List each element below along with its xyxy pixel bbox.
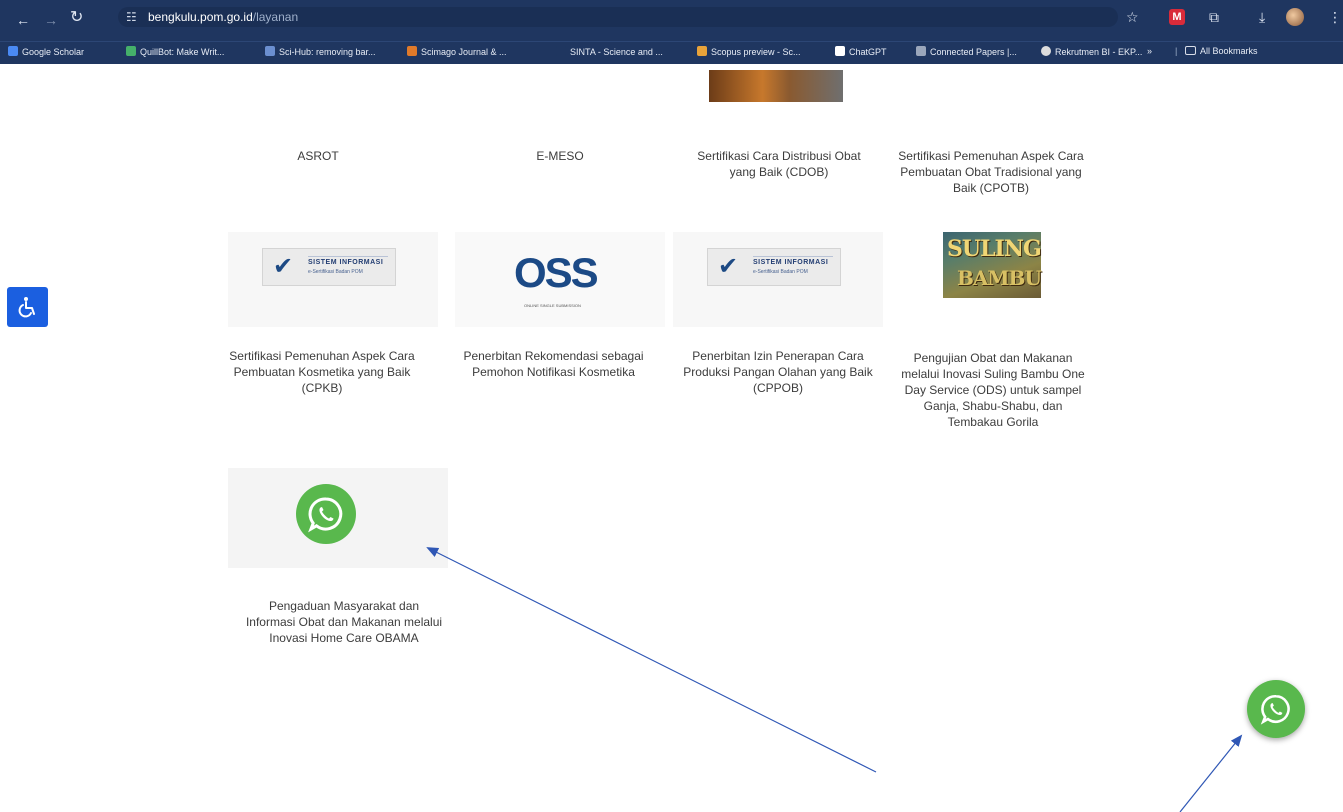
accessibility-button[interactable]: [7, 287, 48, 327]
whatsapp-icon: [296, 484, 356, 544]
logo-divider: [753, 256, 833, 257]
whatsapp-float-icon: [1260, 694, 1290, 725]
bookmark-label: All Bookmarks: [1200, 46, 1258, 56]
connected-papers-icon: [916, 46, 926, 56]
service-card-obama-thumb[interactable]: [228, 468, 448, 568]
bookmark-rekrutmen-bi[interactable]: Rekrutmen BI - EKP...: [1041, 46, 1142, 57]
more-menu-icon[interactable]: ⋮: [1328, 10, 1342, 24]
checkmark-icon: ✔: [273, 253, 294, 280]
logo-text-line2: e-Sertifikasi Badan POM: [308, 269, 363, 275]
service-title-asrot[interactable]: ASROT: [223, 148, 413, 164]
profile-avatar[interactable]: [1286, 8, 1304, 26]
url-text: bengkulu.pom.go.id/layanan: [148, 10, 298, 24]
address-bar[interactable]: ☷ bengkulu.pom.go.id/layanan: [118, 7, 1118, 27]
bookmarks-divider: |: [1175, 46, 1178, 56]
oss-logo-text: OSS: [514, 249, 599, 296]
bookmark-all-bookmarks[interactable]: All Bookmarks: [1185, 46, 1258, 56]
service-title-cdob[interactable]: Sertifikasi Cara Distribusi Obat yang Ba…: [684, 148, 874, 180]
bookmark-scihub[interactable]: Sci-Hub: removing bar...: [265, 46, 376, 57]
checkmark-icon: ✔: [718, 253, 739, 280]
service-title-emeso[interactable]: E-MESO: [465, 148, 655, 164]
wheelchair-icon: [18, 297, 35, 318]
bookmark-label: Scimago Journal & ...: [421, 47, 507, 57]
logo-divider: [308, 256, 388, 257]
service-title-suling-bambu[interactable]: Pengujian Obat dan Makanan melalui Inova…: [898, 350, 1088, 430]
bookmark-label: SINTA - Science and ...: [570, 47, 663, 57]
logo-text-line2: e-Sertifikasi Badan POM: [753, 269, 808, 275]
sertifikasi-logo: ✔ SISTEM INFORMASI e-Sertifikasi Badan P…: [707, 248, 841, 286]
service-title-obama[interactable]: Pengaduan Masyarakat dan Informasi Obat …: [244, 598, 444, 646]
service-card-cpkb-thumb[interactable]: ✔ SISTEM INFORMASI e-Sertifikasi Badan P…: [228, 232, 438, 327]
service-card-cppob-thumb[interactable]: ✔ SISTEM INFORMASI e-Sertifikasi Badan P…: [673, 232, 883, 327]
suling-logo-text-line1: SULING: [947, 236, 1042, 262]
bookmarks-bar: Google Scholar QuillBot: Make Writ... Sc…: [0, 41, 1343, 64]
service-title-notifikasi-kosmetika[interactable]: Penerbitan Rekomendasi sebagai Pemohon N…: [456, 348, 651, 380]
bookmark-star-icon[interactable]: ☆: [1126, 10, 1139, 24]
browser-toolbar: ← → ↻ ☷ bengkulu.pom.go.id/layanan ☆ M ⧉…: [0, 0, 1343, 41]
suling-bambu-logo[interactable]: SULING BAMBU: [943, 232, 1042, 298]
site-info-icon[interactable]: ☷: [126, 10, 137, 24]
bookmark-scimago[interactable]: Scimago Journal & ...: [407, 46, 507, 57]
annotation-arrows-overlay: [426, 547, 1243, 812]
bookmark-connected-papers[interactable]: Connected Papers |...: [916, 46, 1017, 57]
bookmark-quillbot[interactable]: QuillBot: Make Writ...: [126, 46, 224, 57]
url-host: bengkulu.pom.go.id: [148, 10, 253, 24]
sinta-icon: [556, 46, 566, 56]
scopus-icon: [697, 46, 707, 56]
oss-logo: OSS ONLINE SINGLE SUBMISSION: [510, 248, 610, 308]
service-title-cppob[interactable]: Penerbitan Izin Penerapan Cara Produksi …: [683, 348, 873, 396]
bookmarks-overflow-chevron-icon[interactable]: »: [1147, 46, 1152, 56]
forward-arrow-icon[interactable]: →: [44, 13, 58, 27]
bookmark-label: Sci-Hub: removing bar...: [279, 47, 376, 57]
whatsapp-floating-button[interactable]: [1247, 680, 1305, 738]
bookmark-chatgpt[interactable]: ChatGPT: [835, 46, 887, 57]
bookmark-google-scholar[interactable]: Google Scholar: [8, 46, 84, 57]
extension-m-icon[interactable]: M: [1169, 9, 1185, 25]
url-path: /layanan: [252, 10, 299, 24]
service-thumbnail-partial[interactable]: [709, 70, 843, 102]
bookmark-label: Connected Papers |...: [930, 47, 1017, 57]
chatgpt-icon: [835, 46, 845, 56]
annotation-arrow-left: [426, 547, 877, 773]
whatsapp-glyph: [308, 497, 343, 533]
bookmark-label: Scopus preview - Sc...: [711, 47, 801, 57]
rekrutmen-icon: [1041, 46, 1051, 56]
service-card-notifikasi-thumb[interactable]: OSS ONLINE SINGLE SUBMISSION: [455, 232, 665, 327]
annotation-arrow-right: [1179, 734, 1243, 812]
bookmark-label: Google Scholar: [22, 47, 85, 57]
folder-icon: [1185, 46, 1196, 55]
reload-icon[interactable]: ↻: [70, 10, 83, 26]
suling-logo-text-line2: BAMBU: [957, 266, 1042, 290]
service-title-cpotb[interactable]: Sertifikasi Pemenuhan Aspek Cara Pembuat…: [896, 148, 1086, 196]
bookmark-label: ChatGPT: [849, 47, 887, 57]
scihub-icon: [265, 46, 275, 56]
bookmark-label: Rekrutmen BI - EKP...: [1055, 47, 1143, 57]
download-icon[interactable]: ⤓: [1259, 10, 1265, 24]
bookmark-label: QuillBot: Make Writ...: [140, 47, 225, 57]
bookmark-sinta[interactable]: SINTA - Science and ...: [556, 46, 663, 57]
back-arrow-icon[interactable]: ←: [16, 13, 30, 27]
oss-logo-subtitle: ONLINE SINGLE SUBMISSION: [524, 303, 581, 308]
logo-text-line1: SISTEM INFORMASI: [308, 259, 384, 266]
sertifikasi-logo: ✔ SISTEM INFORMASI e-Sertifikasi Badan P…: [262, 248, 396, 286]
logo-text-line1: SISTEM INFORMASI: [753, 259, 829, 266]
scimago-icon: [407, 46, 417, 56]
service-title-cpkb[interactable]: Sertifikasi Pemenuhan Aspek Cara Pembuat…: [227, 348, 417, 396]
extensions-icon[interactable]: ⧉: [1209, 10, 1219, 24]
google-scholar-icon: [8, 46, 18, 56]
quillbot-icon: [126, 46, 136, 56]
bookmark-scopus[interactable]: Scopus preview - Sc...: [697, 46, 801, 57]
